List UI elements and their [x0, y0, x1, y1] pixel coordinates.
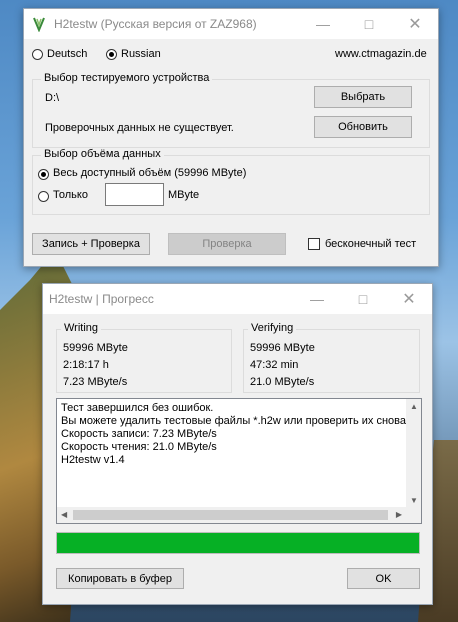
radio-only-volume-label[interactable]: Только	[53, 189, 88, 201]
log-horizontal-scrollbar[interactable]: ◀ ▶	[57, 507, 406, 523]
verifying-time: 47:32 min	[250, 359, 299, 371]
maximize-icon[interactable]: □	[346, 9, 392, 39]
verifying-speed: 21.0 MByte/s	[250, 376, 315, 388]
select-device-button[interactable]: Выбрать	[314, 86, 412, 108]
writing-caption: Writing	[61, 322, 102, 334]
log-line: Скорость чтения: 21.0 MByte/s	[61, 441, 217, 453]
verifying-group: Verifying 59996 MByte 47:32 min 21.0 MBy…	[243, 322, 420, 393]
copy-to-clipboard-button[interactable]: Копировать в буфер	[56, 568, 184, 589]
progress-window-title: H2testw | Прогресс	[49, 292, 154, 306]
endless-test-label[interactable]: бесконечный тест	[325, 238, 416, 250]
device-group-caption: Выбор тестируемого устройства	[41, 72, 213, 84]
device-group: Выбор тестируемого устройства D:\ Выбрат…	[32, 72, 430, 148]
writing-time: 2:18:17 h	[63, 359, 109, 371]
verify-button: Проверка	[168, 233, 286, 255]
writing-size: 59996 MByte	[63, 342, 128, 354]
log-line: Скорость записи: 7.23 MByte/s	[61, 428, 217, 440]
radio-russian-label[interactable]: Russian	[121, 48, 161, 60]
close-icon[interactable]: ✕	[392, 9, 438, 39]
device-status: Проверочных данных не существует.	[45, 122, 234, 134]
endless-test-checkbox[interactable]	[308, 238, 320, 250]
main-window: H2testw (Русская версия от ZAZ968) — □ ✕…	[23, 8, 439, 267]
writing-group: Writing 59996 MByte 2:18:17 h 7.23 MByte…	[56, 322, 232, 393]
verifying-size: 59996 MByte	[250, 342, 315, 354]
log-vertical-scrollbar[interactable]: ▲ ▼	[406, 399, 421, 507]
scroll-up-icon[interactable]: ▲	[410, 402, 418, 411]
scroll-right-icon[interactable]: ▶	[396, 510, 402, 519]
scroll-thumb[interactable]	[73, 510, 388, 520]
radio-only-volume[interactable]	[38, 191, 49, 202]
device-path: D:\	[45, 92, 60, 104]
volume-group-caption: Выбор объёма данных	[41, 148, 164, 160]
main-window-title: H2testw (Русская версия от ZAZ968)	[54, 17, 257, 31]
volume-unit-label: MByte	[168, 189, 200, 201]
scroll-corner	[406, 507, 421, 523]
log-line: Вы можете удалить тестовые файлы *.h2w и…	[61, 415, 406, 427]
radio-all-volume[interactable]	[38, 169, 49, 180]
radio-deutsch[interactable]	[32, 49, 43, 60]
minimize-icon[interactable]: —	[294, 284, 340, 314]
log-text: Тест завершился без ошибок. Вы можете уд…	[57, 399, 421, 470]
progress-titlebar[interactable]: H2testw | Прогресс — □ ✕	[43, 284, 432, 314]
scroll-left-icon[interactable]: ◀	[61, 510, 67, 519]
volume-group: Выбор объёма данных Весь доступный объём…	[32, 148, 430, 215]
maximize-icon[interactable]: □	[340, 284, 386, 314]
write-verify-button[interactable]: Запись + Проверка	[32, 233, 150, 255]
radio-all-volume-label[interactable]: Весь доступный объём (59996 MByte)	[53, 167, 246, 179]
radio-russian[interactable]	[106, 49, 117, 60]
result-log[interactable]: Тест завершился без ошибок. Вы можете уд…	[56, 398, 422, 524]
volume-amount-input[interactable]	[105, 183, 164, 206]
scroll-down-icon[interactable]: ▼	[410, 496, 418, 505]
log-line: H2testw v1.4	[61, 454, 125, 466]
ok-button[interactable]: OK	[347, 568, 420, 589]
main-titlebar[interactable]: H2testw (Русская версия от ZAZ968) — □ ✕	[24, 9, 438, 39]
progress-bar	[56, 532, 420, 554]
progress-window: H2testw | Прогресс — □ ✕ Writing 59996 M…	[42, 283, 433, 605]
radio-deutsch-label[interactable]: Deutsch	[47, 48, 87, 60]
app-icon	[33, 17, 45, 32]
website-link[interactable]: www.ctmagazin.de	[335, 48, 427, 60]
writing-speed: 7.23 MByte/s	[63, 376, 128, 388]
close-icon[interactable]: ✕	[386, 284, 432, 314]
refresh-button[interactable]: Обновить	[314, 116, 412, 138]
log-line: Тест завершился без ошибок.	[61, 402, 214, 414]
progress-fill	[57, 533, 419, 553]
verifying-caption: Verifying	[248, 322, 297, 334]
minimize-icon[interactable]: —	[300, 9, 346, 39]
